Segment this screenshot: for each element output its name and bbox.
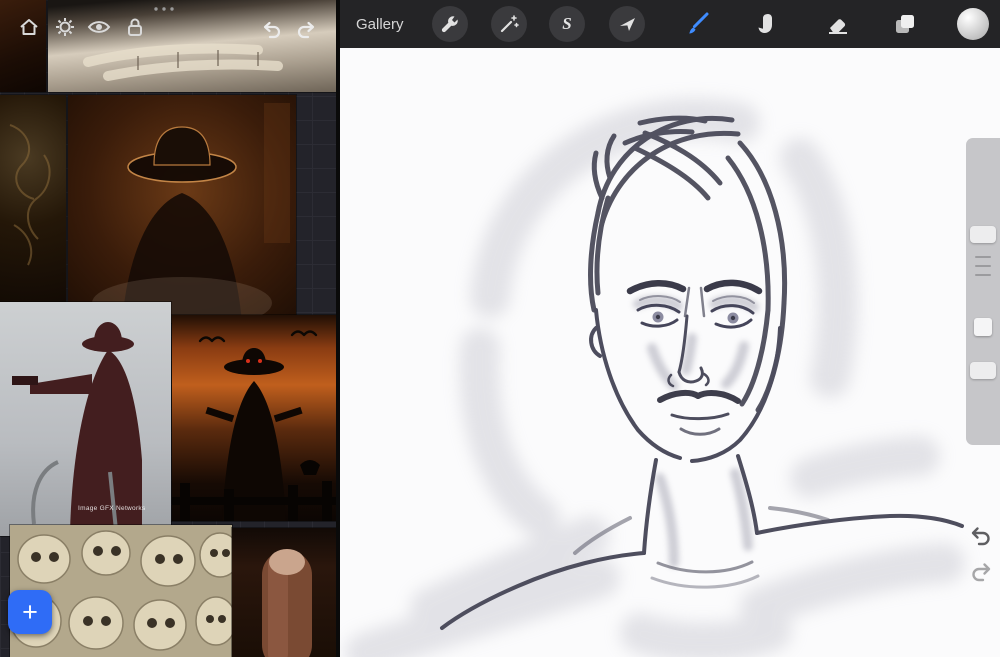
transform-arrow-icon bbox=[620, 18, 635, 31]
selection-button[interactable]: S bbox=[549, 6, 585, 42]
procreate-topbar: Gallery S bbox=[340, 0, 1000, 48]
lock-icon bbox=[128, 18, 142, 36]
ref-image-ornate-revolver[interactable] bbox=[0, 95, 66, 303]
canvas-undo-icon bbox=[971, 527, 990, 546]
canvas-redo-icon bbox=[972, 563, 991, 582]
ref-undo-button[interactable] bbox=[258, 16, 284, 42]
screen: Image GFX Networks + Gallery S bbox=[0, 0, 1000, 657]
ref-redo-button[interactable] bbox=[294, 16, 320, 42]
gunslinger-silhouette bbox=[12, 322, 142, 532]
smudge-finger-icon bbox=[758, 14, 772, 33]
actions-button[interactable] bbox=[432, 6, 468, 42]
gallery-button[interactable]: Gallery bbox=[356, 0, 404, 48]
gear-icon bbox=[56, 18, 74, 36]
ref-image-cowboy-hat-figure[interactable] bbox=[68, 95, 296, 323]
undo-icon bbox=[263, 21, 281, 39]
add-reference-button[interactable]: + bbox=[8, 590, 52, 634]
more-button[interactable] bbox=[150, 2, 178, 16]
paint-tool-button[interactable] bbox=[682, 9, 712, 39]
slider-tick bbox=[975, 256, 991, 258]
adjustments-magic-button[interactable] bbox=[491, 6, 527, 42]
paint-brush-icon bbox=[689, 12, 709, 34]
selection-s-icon: S bbox=[562, 14, 572, 33]
magic-wand-icon bbox=[500, 15, 519, 33]
thumb-shape bbox=[262, 549, 312, 657]
more-dots-icon bbox=[154, 7, 174, 11]
modify-button[interactable] bbox=[974, 318, 992, 336]
opacity-slider[interactable] bbox=[970, 362, 996, 379]
ref-image-thumb-closeup[interactable] bbox=[232, 528, 340, 657]
ref-toolbar bbox=[0, 0, 340, 44]
eraser-icon bbox=[829, 19, 847, 34]
home-button[interactable] bbox=[16, 14, 42, 40]
ref-image-vintage-gunslinger[interactable]: Image GFX Networks bbox=[0, 302, 171, 536]
portrait-sketch bbox=[345, 98, 965, 657]
slider-tick bbox=[975, 274, 991, 276]
canvas-undo-button[interactable] bbox=[964, 520, 994, 550]
revolver-engraving bbox=[9, 124, 51, 266]
transform-button[interactable] bbox=[609, 6, 645, 42]
layers-icon bbox=[896, 15, 914, 33]
eye-icon bbox=[87, 21, 111, 33]
wrench-icon bbox=[441, 16, 458, 33]
canvas-redo-button[interactable] bbox=[968, 556, 998, 586]
settings-button[interactable] bbox=[52, 14, 78, 40]
visibility-button[interactable] bbox=[86, 14, 112, 40]
brush-size-slider[interactable] bbox=[970, 226, 996, 243]
smudge-tool-button[interactable] bbox=[753, 9, 783, 39]
crow-gunman-silhouette bbox=[172, 330, 336, 521]
layers-button[interactable] bbox=[890, 9, 920, 39]
color-button[interactable] bbox=[956, 7, 990, 41]
slider-tick bbox=[975, 265, 991, 267]
cowboy-silhouette bbox=[92, 103, 290, 323]
redo-icon bbox=[297, 21, 315, 39]
home-icon bbox=[20, 19, 38, 35]
drawing-canvas[interactable] bbox=[340, 48, 1000, 657]
image-watermark: Image GFX Networks bbox=[78, 505, 146, 512]
color-swatch-icon bbox=[957, 8, 989, 40]
reference-board-panel: Image GFX Networks + bbox=[0, 0, 340, 657]
lock-button[interactable] bbox=[122, 14, 148, 40]
brush-sidebar bbox=[966, 138, 1000, 445]
ref-image-crow-gunman[interactable] bbox=[172, 315, 336, 521]
eraser-tool-button[interactable] bbox=[823, 9, 853, 39]
